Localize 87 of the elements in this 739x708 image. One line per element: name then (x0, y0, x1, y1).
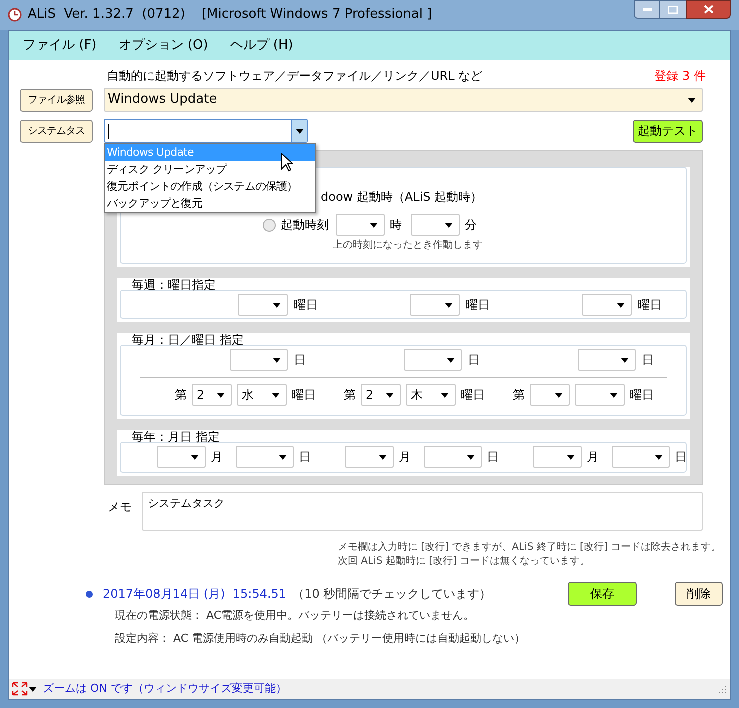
description-label: 自動的に起動するソフトウェア／データファイル／リンク／URL など (107, 68, 483, 85)
unit-label: 曜日 (292, 387, 316, 404)
unit-label: 曜日 (466, 297, 490, 314)
caret-icon (279, 454, 287, 460)
launch-test-button[interactable]: 起動テスト (633, 120, 703, 142)
file-browse-button[interactable]: ファイル参照 (20, 88, 93, 112)
path-combo[interactable]: Windows Update (104, 88, 703, 112)
minimize-button[interactable] (634, 0, 660, 19)
close-icon (704, 5, 714, 14)
caret-icon (617, 302, 625, 308)
clock-icon (8, 8, 22, 22)
radio-button[interactable] (263, 218, 276, 232)
unit-label: 月 (211, 449, 223, 466)
expand-arrows-icon (12, 682, 28, 696)
caret-icon (370, 222, 378, 228)
unit-label: 日 (642, 352, 655, 369)
dropdown-select[interactable]: 木 (406, 384, 456, 406)
memo-field[interactable]: システムタスク (142, 492, 703, 531)
dropdown-option[interactable]: ディスク クリーンアップ (105, 161, 315, 178)
memo-note: メモ欄は入力時に [改行] できますが、ALiS 終了時に [改行] コードは除去されます。 (338, 541, 722, 555)
mouse-cursor-icon (281, 153, 293, 172)
setting-text: 設定内容： AC 電源使用時のみ自動起動 （バッテリー使用時には自動起動しない） (115, 630, 527, 646)
delete-button[interactable]: 削除 (675, 582, 723, 606)
caret-icon (567, 454, 575, 460)
unit-label: 日 (487, 449, 499, 466)
caret-icon (272, 392, 280, 398)
startup-option-label: doow 起動時（ALiS 起動時） (321, 189, 484, 206)
unit-label: 日 (294, 352, 307, 369)
caret-icon (441, 392, 449, 398)
caret-icon (688, 98, 696, 102)
dropdown-select[interactable]: 2 (192, 384, 232, 406)
caret-icon (29, 686, 37, 692)
unit-label: 第 (344, 387, 356, 404)
unit-label: 月 (587, 449, 599, 466)
power-status-text: 現在の電源状態： AC電源を使用中。バッテリーは接続されていません。 (115, 608, 476, 624)
caret-icon (386, 392, 394, 398)
unit-label: 第 (513, 387, 525, 404)
caret-icon (445, 302, 453, 308)
registered-count: 登録 3 件 (654, 68, 706, 85)
dropdown-arrow-button[interactable] (291, 120, 307, 142)
unit-label: 第 (175, 387, 187, 404)
dropdown-select[interactable]: 2 (361, 384, 401, 406)
unit-label: 日 (468, 352, 481, 369)
unit-label: 曜日 (461, 387, 485, 404)
datetime-text: 2017年08月14日 (月) 15:54.51 (103, 586, 287, 603)
hint-text: 上の時刻になったとき作動します (333, 238, 484, 253)
system-task-button[interactable]: システムタス (20, 120, 93, 142)
menu-item[interactable]: ファイル (F) (23, 36, 97, 56)
memo-note: 次回 ALiS 起動時に [改行] コードは無くなっています。 (338, 555, 592, 569)
caret-icon (445, 222, 453, 228)
zoom-status-text: ズームは ON です（ウィンドウサイズ変更可能） (43, 680, 287, 697)
resize-grip-icon (717, 684, 727, 694)
caret-icon (273, 302, 281, 308)
dropdown-option[interactable]: バックアップと復元 (105, 195, 315, 212)
unit-label: 曜日 (294, 297, 318, 314)
maximize-icon (668, 6, 678, 14)
caret-icon (296, 128, 304, 134)
menu-item[interactable]: オプション (O) (118, 36, 208, 56)
caret-icon (273, 358, 281, 362)
unit-label: 月 (399, 449, 411, 466)
caret-icon (217, 392, 225, 398)
caret-icon (655, 454, 663, 460)
maximize-button[interactable] (660, 0, 686, 19)
unit-label: 日 (675, 449, 687, 466)
unit-label: 曜日 (630, 387, 654, 404)
caret-icon (555, 392, 563, 398)
memo-label: メモ (108, 499, 132, 516)
menu-item[interactable]: ヘルプ (H) (230, 36, 294, 56)
window-title: ALiS Ver. 1.32.7 (0712) [Microsoft Windows 7 Professional ] (28, 6, 432, 24)
dropdown-select[interactable] (530, 384, 570, 406)
caret-icon (379, 454, 387, 460)
caret-icon (191, 454, 199, 460)
caret-icon (621, 358, 629, 362)
unit-label: 時 (390, 217, 402, 234)
save-button[interactable]: 保存 (568, 582, 637, 606)
unit-label: 日 (299, 449, 311, 466)
close-button[interactable] (686, 0, 731, 19)
dropdown-select[interactable]: 水 (237, 384, 287, 406)
unit-label: 曜日 (638, 297, 662, 314)
caret-icon (447, 358, 455, 362)
minimize-icon (642, 8, 652, 11)
dropdown-option[interactable]: 復元ポイントの作成（システムの保護） (105, 178, 315, 195)
unit-label: 分 (465, 217, 477, 234)
unit-label: 起動時刻 (281, 217, 329, 234)
caret-icon (467, 454, 475, 460)
caret-icon (610, 392, 618, 398)
interval-text: （10 秒間隔でチェックしています） (292, 586, 492, 603)
